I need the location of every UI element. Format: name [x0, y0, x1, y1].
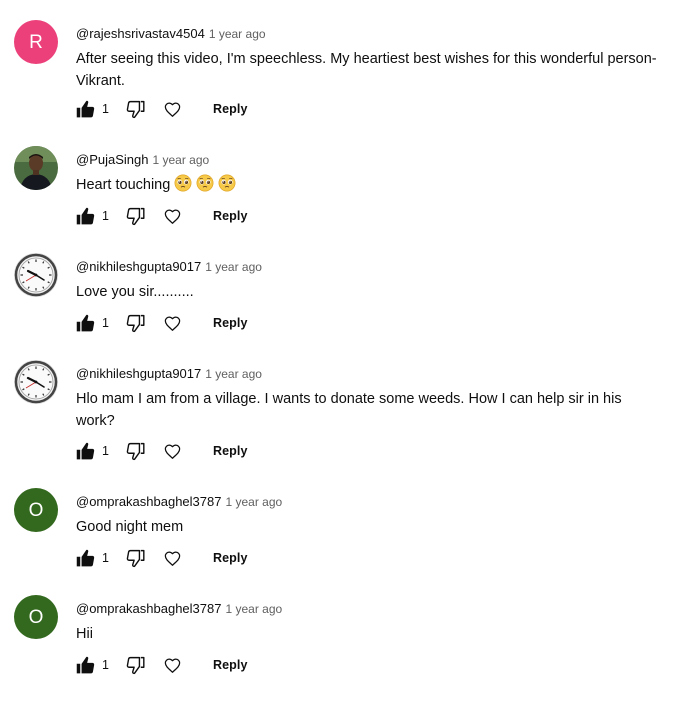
comment-header: @rajeshsrivastav4504 1 year ago — [76, 26, 266, 41]
like-button[interactable] — [74, 547, 96, 569]
comment-text: After seeing this video, I'm speechless.… — [76, 51, 657, 89]
like-button[interactable] — [74, 440, 96, 462]
comment-text: Love you sir.......... — [76, 284, 194, 300]
comment-text: Good night mem — [76, 519, 184, 535]
comment-actions: 1 Reply — [74, 204, 248, 228]
comment-timestamp[interactable]: 1 year ago — [205, 367, 262, 381]
thumbs-up-icon — [75, 206, 96, 227]
pleading-face-emoji-icon — [174, 174, 192, 192]
thumbs-up-icon — [75, 99, 96, 120]
heart-icon — [163, 442, 182, 461]
avatar-letter: O — [28, 499, 44, 521]
comment-timestamp[interactable]: 1 year ago — [225, 602, 282, 616]
reply-button[interactable]: Reply — [213, 316, 248, 330]
comment-body: Hlo mam I am from a village. I wants to … — [76, 388, 661, 432]
thumbs-up-icon — [75, 313, 96, 334]
comment-text: Hii — [76, 626, 93, 642]
thumbs-down-icon — [125, 313, 146, 334]
comment-actions: 1 Reply — [74, 653, 248, 677]
reply-button[interactable]: Reply — [213, 444, 248, 458]
heart-button[interactable] — [161, 654, 183, 676]
heart-icon — [163, 314, 182, 333]
comment-header: @omprakashbaghel3787 1 year ago — [76, 601, 282, 616]
person-photo-avatar-icon — [14, 146, 58, 190]
comment-author[interactable]: @rajeshsrivastav4504 — [76, 26, 205, 41]
comment-timestamp[interactable]: 1 year ago — [205, 260, 262, 274]
comment-author[interactable]: @omprakashbaghel3787 — [76, 601, 221, 616]
heart-button[interactable] — [161, 312, 183, 334]
like-button[interactable] — [74, 654, 96, 676]
comment-body: Hii — [76, 623, 661, 645]
comment-actions: 1 Reply — [74, 311, 248, 335]
comment-text: Heart touching — [76, 177, 171, 193]
avatar[interactable]: O — [14, 488, 58, 532]
heart-icon — [163, 100, 182, 119]
comment-header: @nikhileshgupta9017 1 year ago — [76, 366, 262, 381]
comment-actions: 1 Reply — [74, 97, 248, 121]
like-button[interactable] — [74, 98, 96, 120]
thumbs-up-icon — [75, 655, 96, 676]
thumbs-down-icon — [125, 655, 146, 676]
like-count: 1 — [102, 102, 109, 116]
like-count: 1 — [102, 551, 109, 565]
dislike-button[interactable] — [124, 98, 146, 120]
comment-header: @PujaSingh 1 year ago — [76, 152, 209, 167]
reply-button[interactable]: Reply — [213, 658, 248, 672]
comment-body: Love you sir.......... — [76, 281, 661, 303]
heart-button[interactable] — [161, 547, 183, 569]
like-count: 1 — [102, 444, 109, 458]
avatar[interactable] — [14, 253, 58, 297]
comment-body: Good night mem — [76, 516, 661, 538]
thumbs-down-icon — [125, 548, 146, 569]
comment-body: Heart touching — [76, 174, 661, 196]
heart-icon — [163, 549, 182, 568]
heart-icon — [163, 207, 182, 226]
dislike-button[interactable] — [124, 654, 146, 676]
like-count: 1 — [102, 316, 109, 330]
dislike-button[interactable] — [124, 547, 146, 569]
comment-header: @omprakashbaghel3787 1 year ago — [76, 494, 282, 509]
like-button[interactable] — [74, 205, 96, 227]
avatar[interactable] — [14, 146, 58, 190]
heart-icon — [163, 656, 182, 675]
thumbs-down-icon — [125, 99, 146, 120]
dislike-button[interactable] — [124, 205, 146, 227]
comment-timestamp[interactable]: 1 year ago — [209, 27, 266, 41]
thumbs-up-icon — [75, 441, 96, 462]
avatar[interactable] — [14, 360, 58, 404]
avatar[interactable]: O — [14, 595, 58, 639]
thumbs-down-icon — [125, 441, 146, 462]
like-count: 1 — [102, 209, 109, 223]
clock-avatar-icon — [14, 360, 58, 404]
heart-button[interactable] — [161, 98, 183, 120]
comment-author[interactable]: @nikhileshgupta9017 — [76, 366, 201, 381]
avatar-letter: R — [29, 31, 43, 53]
comment-body: After seeing this video, I'm speechless.… — [76, 48, 661, 92]
dislike-button[interactable] — [124, 440, 146, 462]
comment-author[interactable]: @omprakashbaghel3787 — [76, 494, 221, 509]
pleading-face-emoji-icon — [196, 174, 214, 192]
comment-actions: 1 Reply — [74, 546, 248, 570]
like-button[interactable] — [74, 312, 96, 334]
heart-button[interactable] — [161, 205, 183, 227]
avatar-letter: O — [28, 606, 44, 628]
reply-button[interactable]: Reply — [213, 102, 248, 116]
reply-button[interactable]: Reply — [213, 209, 248, 223]
clock-avatar-icon — [14, 253, 58, 297]
dislike-button[interactable] — [124, 312, 146, 334]
comment-header: @nikhileshgupta9017 1 year ago — [76, 259, 262, 274]
comment-author[interactable]: @PujaSingh — [76, 152, 148, 167]
reply-button[interactable]: Reply — [213, 551, 248, 565]
comment-timestamp[interactable]: 1 year ago — [225, 495, 282, 509]
thumbs-down-icon — [125, 206, 146, 227]
avatar[interactable]: R — [14, 20, 58, 64]
comment-author[interactable]: @nikhileshgupta9017 — [76, 259, 201, 274]
like-count: 1 — [102, 658, 109, 672]
heart-button[interactable] — [161, 440, 183, 462]
comment-text: Hlo mam I am from a village. I wants to … — [76, 391, 622, 429]
pleading-face-emoji-icon — [218, 174, 236, 192]
thumbs-up-icon — [75, 548, 96, 569]
comment-actions: 1 Reply — [74, 439, 248, 463]
comment-timestamp[interactable]: 1 year ago — [152, 153, 209, 167]
